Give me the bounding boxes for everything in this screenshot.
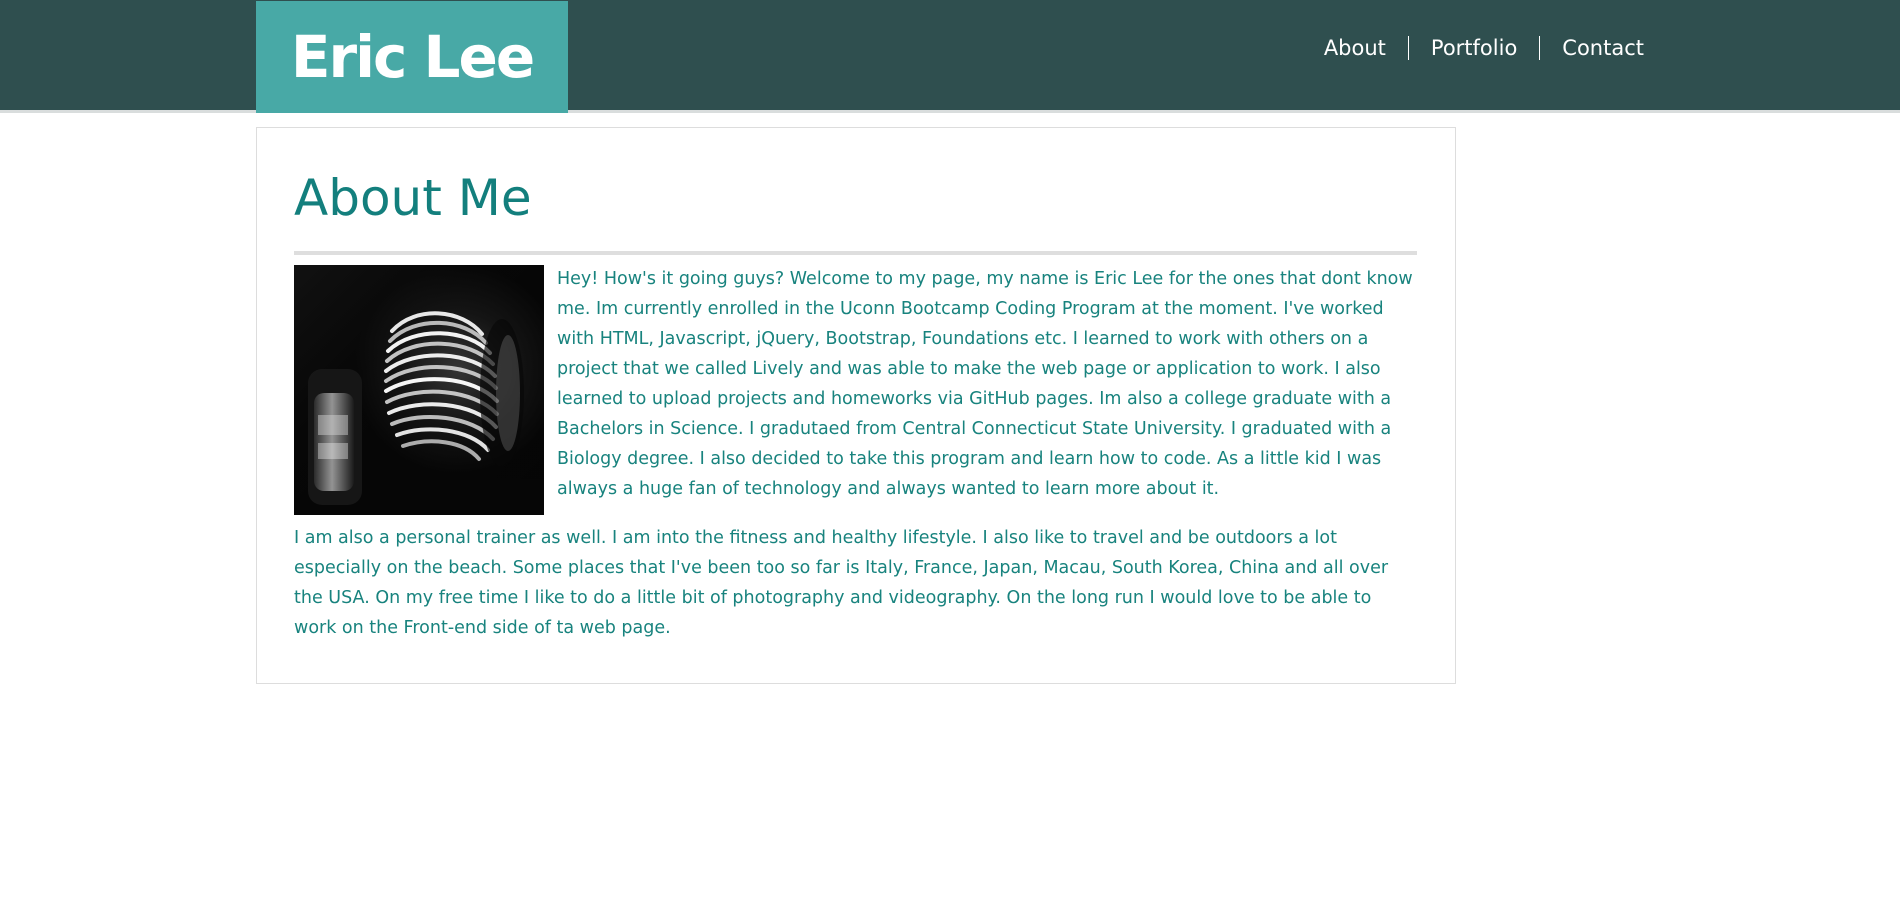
about-text: Hey! How's it going guys? Welcome to my … [294,264,1417,643]
nav-portfolio-link[interactable]: Portfolio [1409,36,1539,60]
about-paragraph-intro: Hey! How's it going guys? Welcome to my … [557,269,1413,499]
main-nav: About Portfolio Contact [1302,36,1644,60]
nav-contact-link[interactable]: Contact [1540,36,1644,60]
about-paragraph-personal: I am also a personal trainer as well. I … [294,528,1389,638]
site-header: Eric Lee About Portfolio Contact [0,0,1900,113]
about-card: About Me Hey! How's it going guys? Welco… [256,127,1456,684]
nav-about-link[interactable]: About [1302,36,1408,60]
title-divider [294,251,1417,255]
brand-logo[interactable]: Eric Lee [256,1,568,113]
page-title: About Me [294,169,532,227]
